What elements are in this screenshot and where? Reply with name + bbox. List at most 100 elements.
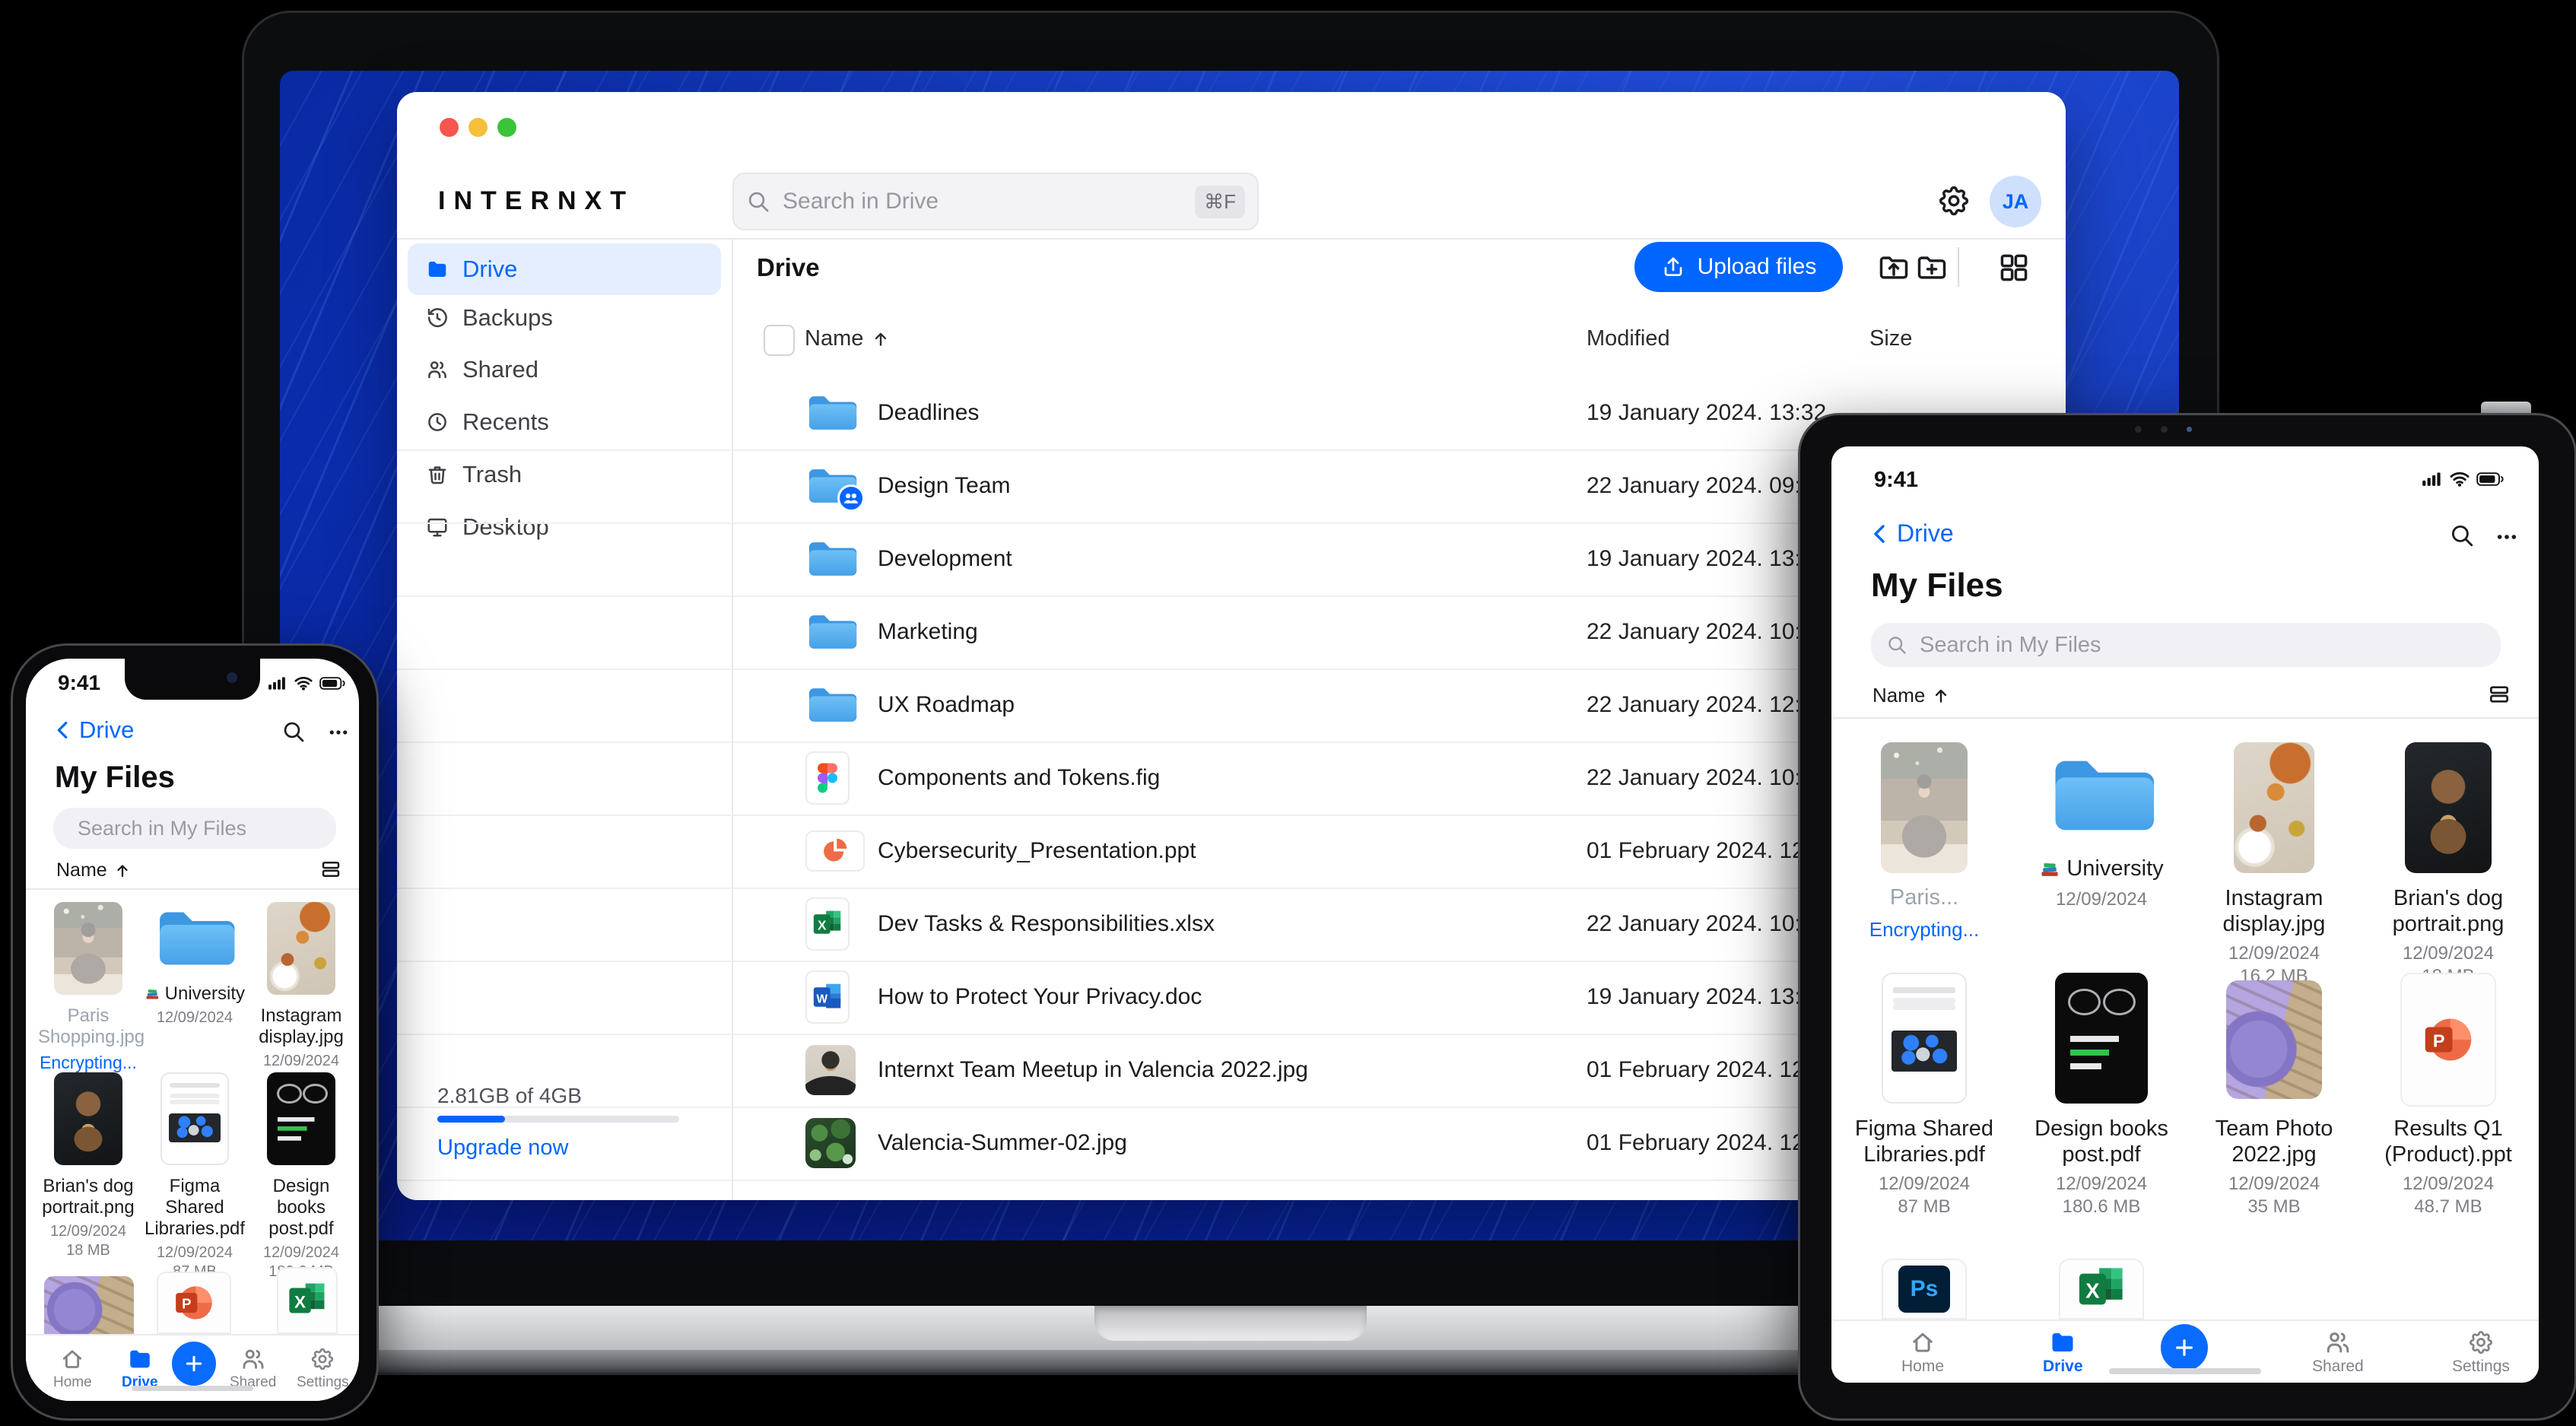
nav-item-drive[interactable]: Drive (122, 1346, 158, 1391)
laptop-deck-notch (1094, 1306, 1367, 1341)
my-files-search-input[interactable] (76, 815, 348, 841)
avatar[interactable]: JA (1990, 176, 2041, 227)
photo-thumbnail (1881, 742, 1968, 873)
add-button[interactable] (172, 1342, 216, 1386)
camera-icon (2135, 426, 2142, 433)
grid-item-results[interactable]: Results Q1 (Product).ppt 12/09/2024 48.7… (2374, 973, 2523, 1218)
page-title: My Files (1871, 567, 2003, 604)
search-icon[interactable] (2449, 522, 2475, 548)
grid-view-icon[interactable] (1997, 251, 2031, 284)
minimize-button[interactable] (469, 118, 488, 137)
column-header-size[interactable]: Size (1869, 326, 1912, 351)
back-button[interactable]: Drive (1868, 519, 1954, 548)
photo-thumbnail (805, 1118, 856, 1168)
add-button[interactable] (2161, 1324, 2208, 1371)
photoshop-card[interactable]: Ps (1882, 1259, 1967, 1320)
file-name: Brian's dog portrait.png (2392, 886, 2505, 936)
document-thumbnail (160, 1072, 229, 1165)
search-field[interactable] (53, 808, 348, 849)
nav-item-shared[interactable]: Shared (230, 1346, 276, 1391)
sidebar-item-label: Backups (462, 304, 553, 331)
nav-item-drive[interactable]: Drive (2043, 1329, 2083, 1376)
shared-badge-icon (837, 484, 865, 512)
photo-thumbnail (2234, 742, 2314, 873)
grid-item-instagram[interactable]: Instagram display.jpg 12/09/2024 16.2 MB (2200, 718, 2349, 987)
powerpoint-card[interactable] (157, 1272, 231, 1334)
page-title: My Files (55, 761, 175, 794)
grid-item-instagram[interactable]: Instagram display.jpg 12/09/2024 16.2 MB (251, 883, 351, 1089)
sort-control[interactable]: Name (1872, 684, 1951, 707)
back-button[interactable]: Drive (52, 716, 134, 744)
phone-device: 9:41 Drive My Files Name Paris Shopping.… (11, 643, 379, 1421)
encrypting-status: Encrypting... (40, 1053, 137, 1072)
grid-item-dog[interactable]: Brian's dog portrait.png 12/09/2024 18 M… (38, 1072, 138, 1259)
file-modified: 01 February 2024. 12:3 (1587, 1057, 1824, 1082)
more-menu-icon[interactable] (327, 721, 350, 744)
file-name: Valencia-Summer-02.jpg (878, 1130, 1127, 1155)
file-name: Design books post.pdf (2034, 1116, 2168, 1167)
nav-item-settings[interactable]: Settings (2452, 1329, 2510, 1376)
select-all-checkbox[interactable] (764, 325, 795, 356)
file-name: Cybersecurity_Presentation.ppt (878, 838, 1196, 863)
search-icon (1886, 634, 1907, 656)
grid-item-figma-pdf[interactable]: Figma Shared Libraries.pdf 12/09/2024 87… (1850, 973, 1999, 1218)
grid-item-dog[interactable]: Brian's dog portrait.png 12/09/2024 18 M… (2374, 718, 2523, 987)
file-modified: 22 January 2024. 10:08 (1587, 619, 1827, 644)
file-name: University (2066, 856, 2164, 881)
new-folder-icon[interactable] (1915, 251, 1949, 284)
zoom-button[interactable] (497, 118, 516, 137)
nav-item-shared[interactable]: Shared (2312, 1329, 2364, 1376)
internxt-logo: INTERNXT (438, 186, 634, 215)
grid-item-figma-pdf[interactable]: Figma Shared Libraries.pdf 12/09/2024 87… (145, 1072, 245, 1281)
settings-gear-icon[interactable] (1936, 183, 1971, 218)
excel-card[interactable] (2059, 1259, 2144, 1320)
sort-ascending-icon (113, 862, 132, 880)
history-icon (426, 306, 449, 329)
nav-item-home[interactable]: Home (1901, 1329, 1944, 1376)
file-modified: 01 February 2024. 12:3 (1587, 838, 1824, 863)
photo-thumbnail (2405, 742, 2492, 873)
home-indicator[interactable] (2109, 1368, 2261, 1374)
file-modified: 01 February 2024. 12:3 (1587, 1130, 1824, 1155)
sidebar-item-backups[interactable]: Backups (408, 292, 721, 344)
grid-item-team-photo[interactable]: Team Photo 2022.jpg 12/09/2024 35 MB (2200, 973, 2349, 1218)
home-indicator[interactable] (132, 1386, 253, 1391)
encrypting-status: Encrypting... (1869, 918, 1980, 941)
grid-item-design-books[interactable]: Design books post.pdf 12/09/2024 180.6 M… (251, 1072, 351, 1281)
status-time: 9:41 (58, 671, 101, 694)
folder-icon (127, 1346, 153, 1372)
column-header-name[interactable]: Name (805, 326, 891, 351)
grid-item-university[interactable]: University 12/09/2024 (2027, 718, 2176, 910)
photo-thumbnail (54, 1072, 122, 1165)
excel-card[interactable] (277, 1267, 338, 1334)
file-name: Development (878, 546, 1012, 571)
search-field[interactable] (1871, 623, 2501, 667)
grid-item-paris[interactable]: Paris... Encrypting... (1850, 718, 1999, 942)
nav-item-home[interactable]: Home (53, 1346, 92, 1391)
toolbar-divider (1958, 247, 1959, 287)
drive-search-input[interactable] (781, 188, 1196, 215)
my-files-search-input[interactable] (1918, 631, 2485, 659)
folder-icon (426, 258, 449, 281)
nav-item-settings[interactable]: Settings (297, 1346, 349, 1391)
close-button[interactable] (440, 118, 459, 137)
column-header-modified[interactable]: Modified (1587, 326, 1670, 351)
plus-icon (183, 1352, 205, 1375)
folder-icon (805, 685, 857, 725)
upload-folder-icon[interactable] (1877, 251, 1911, 284)
search-icon[interactable] (281, 719, 306, 744)
drive-search-bar[interactable]: ⌘F (732, 173, 1259, 230)
photo-thumbnail[interactable] (44, 1276, 134, 1334)
list-view-icon[interactable] (2487, 682, 2511, 707)
powerpoint-file-icon (805, 831, 865, 872)
grid-item-paris[interactable]: Paris Shopping.jpg Encrypting... (38, 883, 145, 1073)
grid-item-university[interactable]: University 12/09/2024 (145, 883, 245, 1027)
grid-item-design-books[interactable]: Design books post.pdf 12/09/2024 180.6 M… (2027, 973, 2176, 1218)
list-view-icon[interactable] (319, 858, 342, 881)
sidebar-item-drive[interactable]: Drive (408, 243, 721, 295)
wifi-icon (294, 675, 313, 691)
sort-control[interactable]: Name (56, 859, 132, 881)
upload-files-button[interactable]: Upload files (1634, 242, 1843, 292)
back-label: Drive (79, 716, 135, 743)
more-menu-icon[interactable] (2495, 525, 2519, 549)
